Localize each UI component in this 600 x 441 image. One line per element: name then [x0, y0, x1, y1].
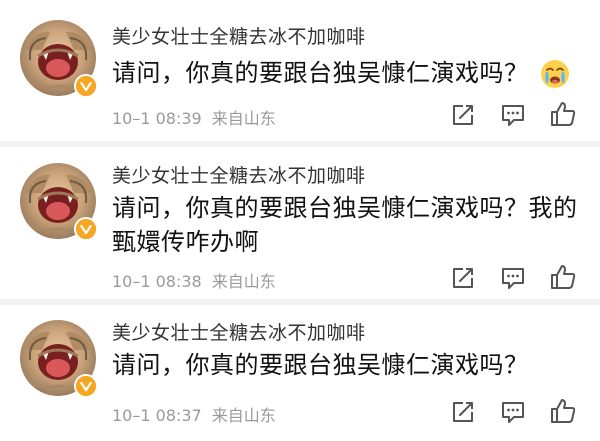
thumbs-up-icon[interactable]	[549, 100, 577, 128]
comment-location: 来自山东	[211, 272, 276, 291]
comment-text-content: 请问，你真的要跟台独吴慷仁演戏吗？	[112, 59, 529, 87]
comment-item: 美少女壮士全糖去冰不加咖啡 请问，你真的要跟台独吴慷仁演戏吗？我的甄嬛传咋办啊 …	[0, 147, 600, 305]
thumbs-up-icon[interactable]	[549, 263, 577, 291]
avatar[interactable]	[20, 320, 98, 398]
comment-meta: 10–1 08:38 来自山东	[112, 268, 276, 292]
thumbs-up-icon[interactable]	[549, 397, 577, 425]
comment-icon[interactable]	[499, 264, 527, 292]
comment-text: 请问，你真的要跟台独吴慷仁演戏吗？	[112, 351, 529, 379]
avatar[interactable]	[20, 163, 98, 241]
share-icon[interactable]	[449, 398, 477, 426]
comment-time: 10–1 08:38	[112, 272, 202, 291]
username[interactable]: 美少女壮士全糖去冰不加咖啡	[112, 161, 366, 188]
comment-icon[interactable]	[499, 398, 527, 426]
comment-item: 美少女壮士全糖去冰不加咖啡 请问，你真的要跟台独吴慷仁演戏吗？ 10–1 08:…	[0, 303, 600, 441]
comment-item: 美少女壮士全糖去冰不加咖啡 请问，你真的要跟台独吴慷仁演戏吗？ 10–1 08:…	[0, 0, 600, 147]
comment-time: 10–1 08:37	[112, 406, 202, 425]
comment-meta: 10–1 08:39 来自山东	[112, 105, 276, 129]
comment-text: 请问，你真的要跟台独吴慷仁演戏吗？我的甄嬛传咋办啊	[112, 194, 578, 256]
comment-time: 10–1 08:39	[112, 109, 202, 128]
comment-meta: 10–1 08:37 来自山东	[112, 402, 276, 426]
comment-text: 请问，你真的要跟台独吴慷仁演戏吗？	[112, 56, 582, 90]
comment-icon[interactable]	[499, 101, 527, 129]
username[interactable]: 美少女壮士全糖去冰不加咖啡	[112, 318, 366, 345]
verified-badge-icon	[74, 217, 98, 241]
comment-location: 来自山东	[211, 109, 276, 128]
crying-face-emoji-icon	[539, 58, 571, 90]
share-icon[interactable]	[449, 264, 477, 292]
avatar[interactable]	[20, 20, 98, 98]
username[interactable]: 美少女壮士全糖去冰不加咖啡	[112, 22, 366, 49]
comment-location: 来自山东	[211, 406, 276, 425]
share-icon[interactable]	[449, 101, 477, 129]
verified-badge-icon	[74, 374, 98, 398]
verified-badge-icon	[74, 74, 98, 98]
